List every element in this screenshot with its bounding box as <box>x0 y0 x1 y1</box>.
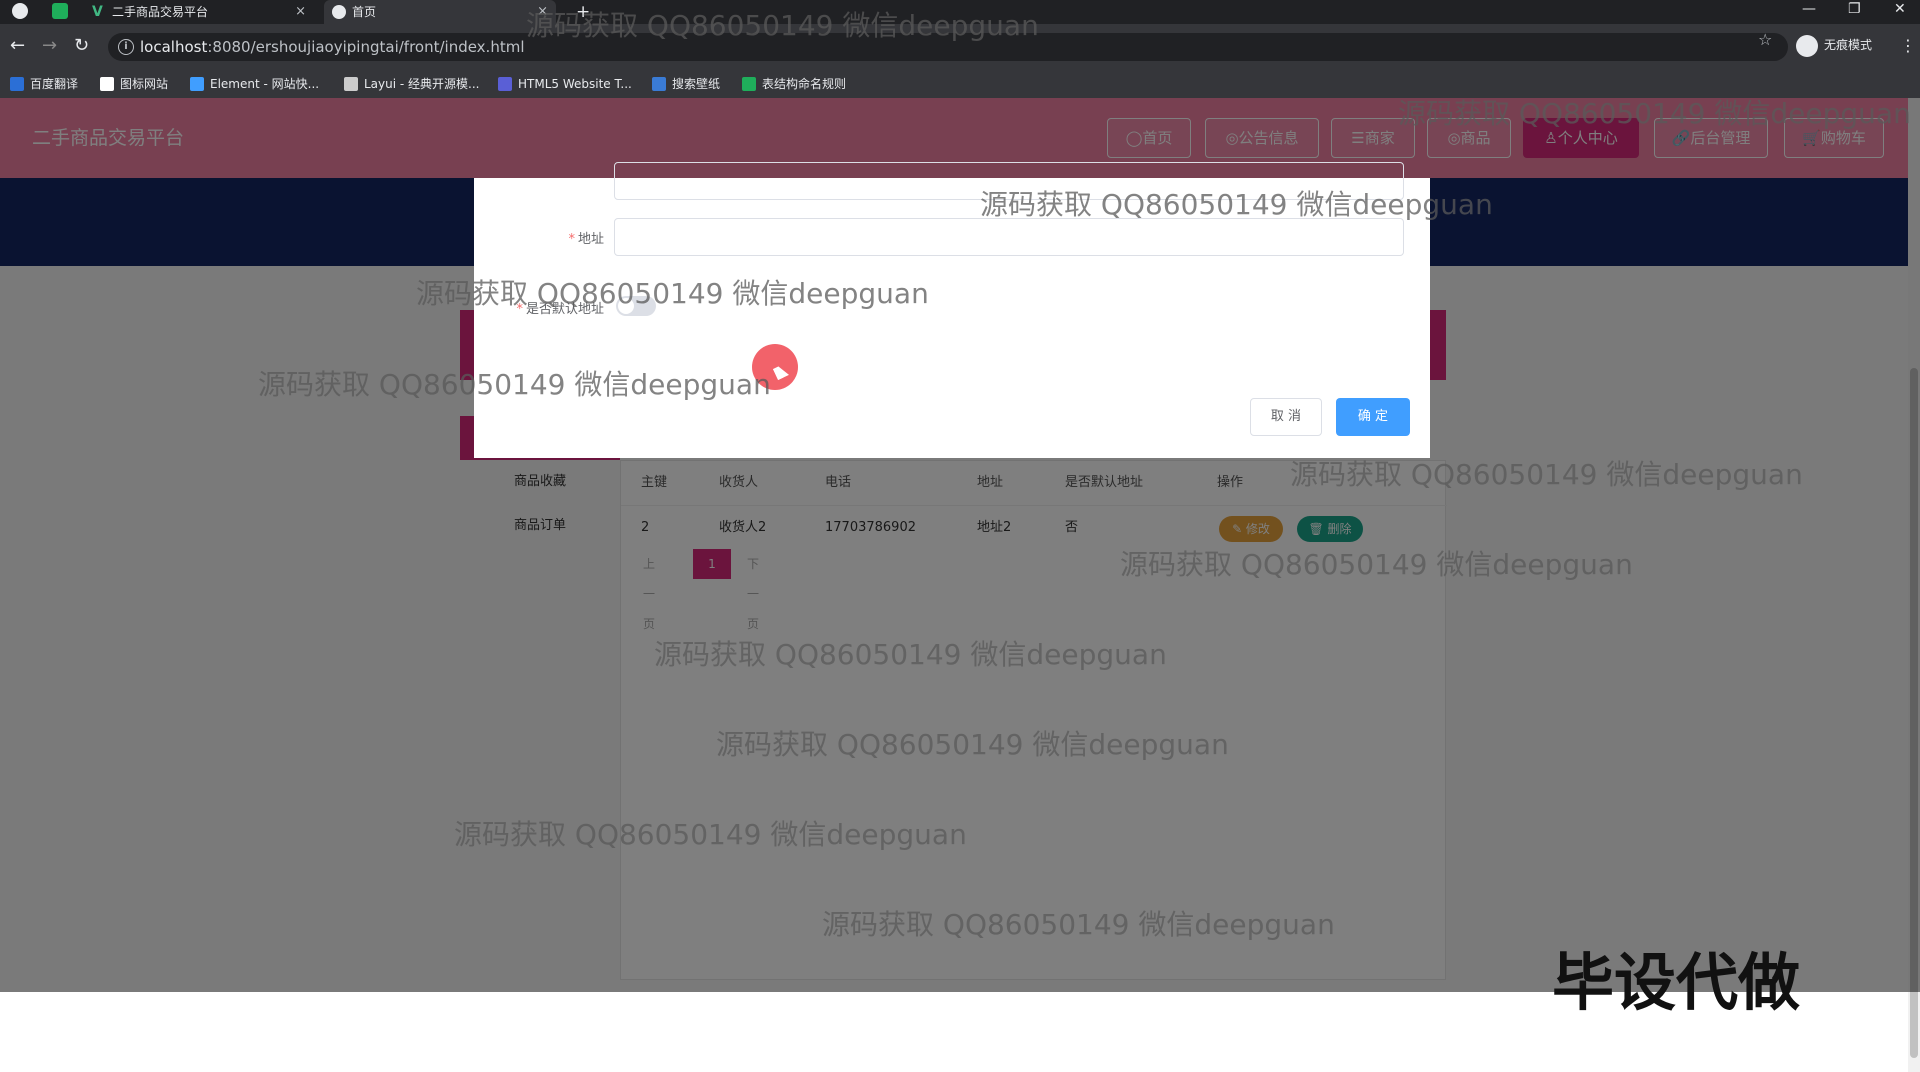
bookmark-star-icon[interactable]: ☆ <box>1758 30 1772 49</box>
bookmark-label: 百度翻译 <box>30 77 79 91</box>
incognito-icon[interactable] <box>1796 35 1818 57</box>
watermark: 源码获取 QQ86050149 微信deepguan <box>1290 458 1803 491</box>
bookmark-label: Layui - 经典开源模... <box>364 77 480 91</box>
layui-icon <box>344 77 358 91</box>
required-mark: * <box>568 232 575 247</box>
back-arrow-icon[interactable]: ← <box>10 34 25 58</box>
confirm-button[interactable]: 确 定 <box>1336 398 1410 436</box>
bookmark-label: 表结构命名规则 <box>762 77 847 91</box>
minimize-button[interactable]: — <box>1802 0 1816 18</box>
address-input[interactable] <box>614 218 1404 256</box>
tab-label: 二手商品交易平台 <box>112 5 209 19</box>
bookmark-table-naming[interactable]: 表结构命名规则 <box>742 70 846 98</box>
watermark: 源码获取 QQ86050149 微信deepguan <box>258 368 771 401</box>
watermark: 源码获取 QQ86050149 微信deepguan <box>1120 548 1633 581</box>
url-text[interactable]: localhost:8080/ershoujiaoyipingtai/front… <box>140 33 525 61</box>
watermark: 源码获取 QQ86050149 微信deepguan <box>822 908 1335 941</box>
bookmark-element[interactable]: Element - 网站快... <box>190 70 319 98</box>
tab-label: 首页 <box>352 5 377 19</box>
info-icon[interactable]: i <box>118 39 134 55</box>
vue-icon: V <box>92 4 103 20</box>
url-host: localhost <box>140 38 208 56</box>
sheet-app-icon[interactable] <box>52 3 68 19</box>
bookmark-html5[interactable]: HTML5 Website T... <box>498 70 632 98</box>
incognito-label: 无痕模式 <box>1824 38 1873 52</box>
watermark: 源码获取 QQ86050149 微信deepguan <box>716 728 1229 761</box>
forward-arrow-icon[interactable]: → <box>42 34 57 58</box>
watermark: 源码获取 QQ86050149 微信deepguan <box>980 188 1493 221</box>
html5-icon <box>498 77 512 91</box>
element-icon <box>190 77 204 91</box>
corner-watermark: 毕设代做 <box>1552 946 1801 1019</box>
bookmark-label: 图标网站 <box>120 77 169 91</box>
watermark: 源码获取 QQ86050149 微信deepguan <box>454 818 967 851</box>
reload-icon[interactable]: ↻ <box>74 34 89 58</box>
restore-button[interactable]: ❐ <box>1848 0 1861 18</box>
address-label: * 地址 <box>494 228 604 247</box>
close-window-button[interactable]: ✕ <box>1894 0 1906 18</box>
baidu-translate-icon <box>10 77 24 91</box>
flag-icon <box>100 77 114 91</box>
bookmark-baidu-translate[interactable]: 百度翻译 <box>10 70 78 98</box>
bookmark-icon-site[interactable]: 图标网站 <box>100 70 168 98</box>
bookmark-wallpaper[interactable]: 搜索壁纸 <box>652 70 720 98</box>
tab-home[interactable]: 首页 × <box>324 0 556 24</box>
watermark: 源码获取 QQ86050149 微信deepguan <box>416 277 929 310</box>
bookmark-label: Element - 网站快... <box>210 77 320 91</box>
address-label-text: 地址 <box>577 232 604 247</box>
watermark: 源码获取 QQ86050149 微信deepguan <box>1398 97 1911 130</box>
globe-icon <box>332 5 346 19</box>
watermark: 源码获取 QQ86050149 微信deepguan <box>526 9 1039 42</box>
tab-platform[interactable]: V 二手商品交易平台 × <box>84 0 314 24</box>
wallpaper-icon <box>652 77 666 91</box>
cancel-button[interactable]: 取 消 <box>1250 398 1322 436</box>
url-path: :8080/ershoujiaoyipingtai/front/index.ht… <box>207 38 525 56</box>
bookmark-label: 搜索壁纸 <box>672 77 721 91</box>
browser-menu-icon[interactable] <box>12 3 28 19</box>
close-tab-icon[interactable]: × <box>295 0 306 24</box>
sheet-icon <box>742 77 756 91</box>
more-menu-icon[interactable]: ⋮ <box>1900 36 1916 55</box>
watermark: 源码获取 QQ86050149 微信deepguan <box>654 638 1167 671</box>
bookmark-label: HTML5 Website T... <box>518 77 632 91</box>
bookmark-layui[interactable]: Layui - 经典开源模... <box>344 70 479 98</box>
